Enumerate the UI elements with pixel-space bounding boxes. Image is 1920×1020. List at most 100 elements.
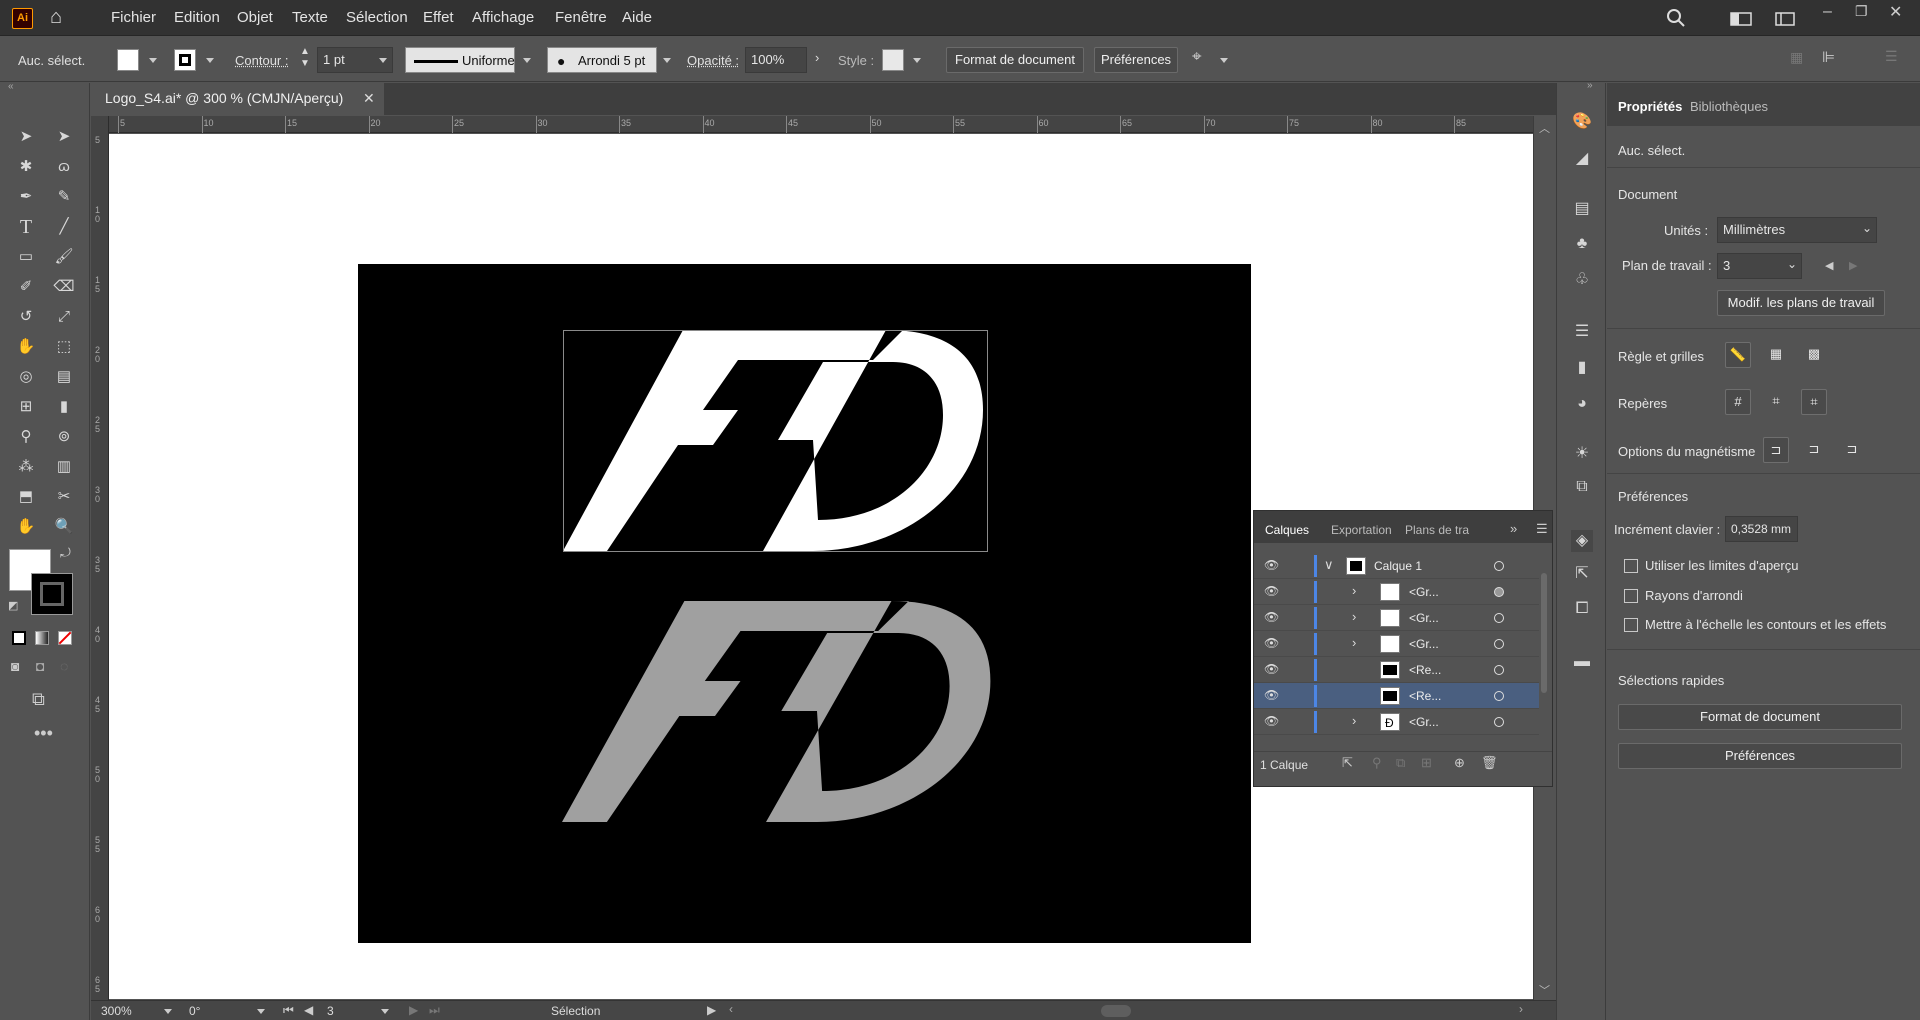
make-clipping-mask-icon[interactable]: ⧉ — [1396, 755, 1405, 771]
swap-colors-icon[interactable]: ⤾ — [60, 545, 71, 561]
export-icon[interactable]: ⇱ — [1342, 755, 1353, 771]
tab-layers[interactable]: Calques — [1265, 523, 1309, 537]
grid-icon[interactable]: ▦ — [1763, 342, 1789, 368]
panel-menu-icon[interactable]: ☰ — [1536, 521, 1548, 537]
search-icon[interactable] — [1666, 8, 1686, 28]
screen-mode-icon[interactable]: ⧉ — [32, 689, 45, 710]
restore-icon[interactable]: ❐ — [1855, 3, 1868, 20]
eye-icon[interactable]: 👁 — [1264, 610, 1279, 624]
lock-guides-icon[interactable]: ⌗ — [1763, 389, 1789, 415]
layer-row[interactable]: 👁 › <Gr... — [1254, 631, 1539, 657]
eye-icon[interactable]: 👁 — [1264, 584, 1279, 598]
opacity-label[interactable]: Opacité : — [687, 53, 739, 68]
eyedropper-icon[interactable]: ⚲ — [14, 425, 38, 449]
layer-name[interactable]: <Re... — [1409, 689, 1441, 703]
rotation-field[interactable]: 0° — [189, 1004, 200, 1018]
brush-select[interactable]: ● Arrondi 5 pt — [547, 47, 657, 73]
target-circle-icon[interactable] — [1494, 639, 1504, 649]
next-artboard-icon[interactable]: ▶ — [409, 1003, 418, 1017]
eye-icon[interactable]: 👁 — [1264, 636, 1279, 650]
default-colors-icon[interactable]: ◩ — [8, 599, 18, 612]
rulers-icon[interactable]: 📏 — [1725, 342, 1751, 368]
menu-affichage[interactable]: Affichage — [472, 9, 534, 26]
layers-scrollbar[interactable] — [1541, 573, 1547, 693]
locate-object-icon[interactable]: ⚲ — [1372, 755, 1382, 771]
chevron-down-icon[interactable] — [257, 1009, 265, 1014]
workspace-icon[interactable] — [1730, 12, 1752, 26]
direct-selection-tool-icon[interactable]: ➤ — [52, 125, 76, 149]
stroke-profile-select[interactable]: Uniforme — [405, 47, 515, 73]
scroll-down-icon[interactable]: ﹀ — [1539, 982, 1550, 998]
transform-icon[interactable]: ⌖ — [1192, 47, 1202, 67]
layers-icon[interactable]: ◈ — [1571, 530, 1593, 552]
menu-selection[interactable]: Sélection — [346, 9, 408, 26]
document-setup-button[interactable]: Format de document — [1618, 704, 1902, 730]
scroll-right-icon[interactable]: › — [1519, 1002, 1523, 1016]
more-tabs-icon[interactable]: » — [1510, 521, 1517, 536]
lasso-icon[interactable]: ɷ — [52, 155, 76, 179]
chevron-down-icon[interactable]: ⌄ — [1862, 221, 1872, 235]
layer-row[interactable]: 👁 › Ð <Gr... — [1254, 709, 1539, 735]
chevron-down-icon[interactable] — [164, 1009, 172, 1014]
layer-name[interactable]: <Gr... — [1409, 585, 1439, 599]
mesh-tool-icon[interactable]: ⊞ — [14, 395, 38, 419]
stroke-label[interactable]: Contour : — [235, 53, 288, 68]
corner-radius-checkbox[interactable] — [1624, 589, 1638, 603]
brushes-icon[interactable]: ♣ — [1571, 233, 1593, 255]
artboard-tool-icon[interactable]: ⬒ — [14, 485, 38, 509]
collapse-icon[interactable]: « — [8, 81, 14, 92]
rectangle-tool-icon[interactable]: ▭ — [14, 245, 38, 269]
chevron-down-icon[interactable] — [523, 58, 531, 63]
paintbrush-icon[interactable]: 🖌 — [52, 245, 76, 269]
shaper-tool-icon[interactable]: ✐ — [14, 275, 38, 299]
target-circle-icon[interactable] — [1494, 613, 1504, 623]
transparency-grid-icon[interactable]: ▩ — [1801, 342, 1827, 368]
last-artboard-icon[interactable]: ⏭ — [429, 1003, 440, 1018]
layer-row[interactable]: 👁 › <Gr... — [1254, 605, 1539, 631]
chevron-down-icon[interactable] — [379, 58, 387, 63]
symbols-icon[interactable]: ♧ — [1571, 269, 1593, 291]
collapse-icon[interactable]: » — [1587, 80, 1593, 91]
panel-options-icon[interactable]: ☰ — [1885, 48, 1898, 65]
document-setup-button[interactable]: Format de document — [946, 47, 1084, 73]
symbol-sprayer-icon[interactable]: ⁂ — [14, 455, 38, 479]
draw-inside-icon[interactable]: ◌ — [60, 658, 68, 674]
gradient-panel-icon[interactable]: ▮ — [1571, 357, 1593, 379]
new-layer-icon[interactable]: ⊕ — [1454, 755, 1465, 771]
arrange-icon[interactable] — [1775, 12, 1795, 26]
shape-builder-icon[interactable]: ◎ — [14, 365, 38, 389]
rotate-tool-icon[interactable]: ↺ — [14, 305, 38, 329]
style-swatch[interactable] — [882, 49, 904, 71]
opacity-input[interactable]: 100% — [745, 47, 807, 73]
layer-row[interactable]: 👁 <Re... — [1254, 683, 1539, 709]
scale-tool-icon[interactable]: ⤢ — [52, 305, 76, 329]
chevron-down-icon[interactable]: ∨ — [1324, 557, 1334, 573]
preferences-button[interactable]: Préférences — [1618, 743, 1902, 769]
stroke-color-swatch[interactable] — [31, 573, 73, 615]
layer-name[interactable]: <Gr... — [1409, 637, 1439, 651]
layer-row[interactable]: 👁 <Re... — [1254, 657, 1539, 683]
eraser-icon[interactable]: ⌫ — [52, 275, 76, 299]
tab-artboards[interactable]: Plans de tra — [1405, 523, 1469, 537]
chevron-down-icon[interactable] — [913, 58, 921, 63]
smart-guides-icon[interactable]: ⌗ — [1801, 389, 1827, 415]
appearance-icon[interactable]: ◢ — [1571, 148, 1593, 170]
distribute-icon[interactable]: ⊫ — [1822, 48, 1835, 66]
artboards-icon[interactable]: ⧠ — [1571, 598, 1593, 620]
artboard-number-field[interactable]: 3 — [327, 1004, 334, 1018]
line-tool-icon[interactable]: ╱ — [52, 215, 76, 239]
layer-row-calque-1[interactable]: 👁 ∨ Calque 1 — [1254, 553, 1539, 579]
menu-fenetre[interactable]: Fenêtre — [555, 9, 607, 26]
menu-aide[interactable]: Aide — [622, 9, 652, 26]
tab-libraries[interactable]: Bibliothèques — [1690, 99, 1768, 114]
none-mode-icon[interactable] — [58, 631, 72, 645]
draw-mode-icon[interactable]: ◙ — [11, 658, 19, 674]
close-icon[interactable]: ✕ — [1889, 2, 1902, 22]
eye-icon[interactable]: 👁 — [1264, 714, 1279, 728]
more-tools-icon[interactable]: ••• — [34, 723, 53, 744]
menu-texte[interactable]: Texte — [292, 9, 328, 26]
align-icon[interactable]: ▦ — [1790, 49, 1803, 66]
delete-layer-icon[interactable]: 🗑 — [1481, 755, 1498, 771]
target-circle-icon[interactable] — [1494, 561, 1504, 571]
draw-behind-icon[interactable]: ◘ — [36, 658, 44, 674]
